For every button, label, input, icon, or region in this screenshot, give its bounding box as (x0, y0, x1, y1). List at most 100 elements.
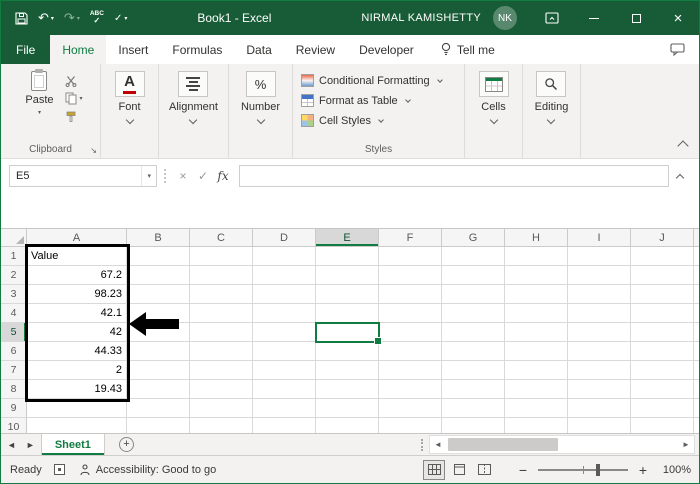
cell-C8[interactable] (190, 380, 253, 399)
scroll-track[interactable] (446, 436, 678, 453)
cell-H4[interactable] (505, 304, 568, 323)
cell-C4[interactable] (190, 304, 253, 323)
row-header-2[interactable]: 2 (1, 266, 27, 285)
cells-menu-button[interactable]: Cells (479, 71, 509, 123)
cell-I10[interactable] (568, 418, 631, 433)
enter-button[interactable]: ✓ (193, 165, 213, 187)
cell-I3[interactable] (568, 285, 631, 304)
minimize-button[interactable] (573, 1, 615, 35)
cell-C2[interactable] (190, 266, 253, 285)
row-header-9[interactable]: 9 (1, 399, 27, 418)
accessibility-status[interactable]: Accessibility: Good to go (79, 464, 216, 476)
formula-input[interactable] (239, 165, 669, 187)
expand-formula-bar-button[interactable] (669, 172, 691, 181)
cell-E8[interactable] (316, 380, 379, 399)
style-button-format-as-table[interactable]: Format as Table (301, 91, 410, 110)
scroll-left-icon[interactable]: ◄ (430, 436, 446, 453)
undo-button[interactable]: ↶▾ (34, 6, 58, 30)
cell-F10[interactable] (379, 418, 442, 433)
cell-I6[interactable] (568, 342, 631, 361)
name-box-dropdown-icon[interactable]: ▾ (141, 166, 156, 186)
cell-J5[interactable] (631, 323, 694, 342)
cancel-button[interactable]: × (173, 165, 193, 187)
zoom-slider[interactable] (538, 469, 628, 471)
cell-E7[interactable] (316, 361, 379, 380)
cell-E1[interactable] (316, 247, 379, 266)
cell-A5[interactable]: 42 (27, 323, 127, 342)
cell-A10[interactable] (27, 418, 127, 433)
cell-E2[interactable] (316, 266, 379, 285)
cell-J3[interactable] (631, 285, 694, 304)
cell-C9[interactable] (190, 399, 253, 418)
cell-F8[interactable] (379, 380, 442, 399)
cell-H2[interactable] (505, 266, 568, 285)
cell-F1[interactable] (379, 247, 442, 266)
row-header-3[interactable]: 3 (1, 285, 27, 304)
cell-B5[interactable] (127, 323, 190, 342)
editing-menu-button[interactable]: Editing (535, 71, 569, 123)
cell-F7[interactable] (379, 361, 442, 380)
cell-G3[interactable] (442, 285, 505, 304)
format-painter-button[interactable] (65, 109, 82, 124)
cell-F9[interactable] (379, 399, 442, 418)
formula-bar-splitter[interactable] (164, 169, 166, 183)
cell-D9[interactable] (253, 399, 316, 418)
save-button[interactable] (11, 6, 32, 30)
cell-E9[interactable] (316, 399, 379, 418)
cell-G1[interactable] (442, 247, 505, 266)
row-header-10[interactable]: 10 (1, 418, 27, 433)
cell-B8[interactable] (127, 380, 190, 399)
cell-D5[interactable] (253, 323, 316, 342)
row-header-8[interactable]: 8 (1, 380, 27, 399)
column-header-G[interactable]: G (442, 229, 505, 247)
tab-developer[interactable]: Developer (347, 35, 426, 64)
row-header-6[interactable]: 6 (1, 342, 27, 361)
cell-A8[interactable]: 19.43 (27, 380, 127, 399)
cell-B4[interactable] (127, 304, 190, 323)
comments-button[interactable] (670, 35, 685, 64)
cell-H7[interactable] (505, 361, 568, 380)
cell-A3[interactable]: 98.23 (27, 285, 127, 304)
cell-D7[interactable] (253, 361, 316, 380)
number-menu-button[interactable]: % Number (241, 71, 280, 123)
paste-button[interactable]: Paste ▾ (18, 71, 60, 124)
macro-record-icon[interactable] (54, 464, 65, 475)
tab-file[interactable]: File (1, 35, 50, 64)
zoom-slider-thumb[interactable] (596, 464, 600, 476)
cell-E5[interactable] (316, 323, 379, 342)
page-layout-view-button[interactable] (448, 460, 470, 480)
cell-D4[interactable] (253, 304, 316, 323)
zoom-out-button[interactable]: − (517, 462, 529, 478)
clipboard-dialog-launcher[interactable]: ↘ (90, 147, 97, 155)
cell-G5[interactable] (442, 323, 505, 342)
cell-E4[interactable] (316, 304, 379, 323)
cell-G9[interactable] (442, 399, 505, 418)
sheet-nav-right-icon[interactable]: ► (26, 440, 35, 450)
undo-dropdown-icon[interactable]: ▾ (51, 15, 54, 22)
cell-C7[interactable] (190, 361, 253, 380)
name-box[interactable]: E5 ▾ (9, 165, 157, 187)
style-button-conditional-formatting[interactable]: Conditional Formatting (301, 71, 442, 90)
cell-E6[interactable] (316, 342, 379, 361)
cell-A6[interactable]: 44.33 (27, 342, 127, 361)
cell-F3[interactable] (379, 285, 442, 304)
cell-B2[interactable] (127, 266, 190, 285)
cell-J7[interactable] (631, 361, 694, 380)
tell-me-button[interactable]: Tell me (440, 35, 495, 64)
cell-H5[interactable] (505, 323, 568, 342)
scroll-thumb[interactable] (448, 438, 558, 451)
cell-I2[interactable] (568, 266, 631, 285)
cell-B3[interactable] (127, 285, 190, 304)
ribbon-display-options-button[interactable] (531, 1, 573, 35)
column-header-J[interactable]: J (631, 229, 694, 247)
cell-I7[interactable] (568, 361, 631, 380)
cell-J2[interactable] (631, 266, 694, 285)
cell-D6[interactable] (253, 342, 316, 361)
row-header-7[interactable]: 7 (1, 361, 27, 380)
cell-A9[interactable] (27, 399, 127, 418)
cell-C6[interactable] (190, 342, 253, 361)
cell-C5[interactable] (190, 323, 253, 342)
row-header-1[interactable]: 1 (1, 247, 27, 266)
maximize-button[interactable] (615, 1, 657, 35)
cell-F5[interactable] (379, 323, 442, 342)
